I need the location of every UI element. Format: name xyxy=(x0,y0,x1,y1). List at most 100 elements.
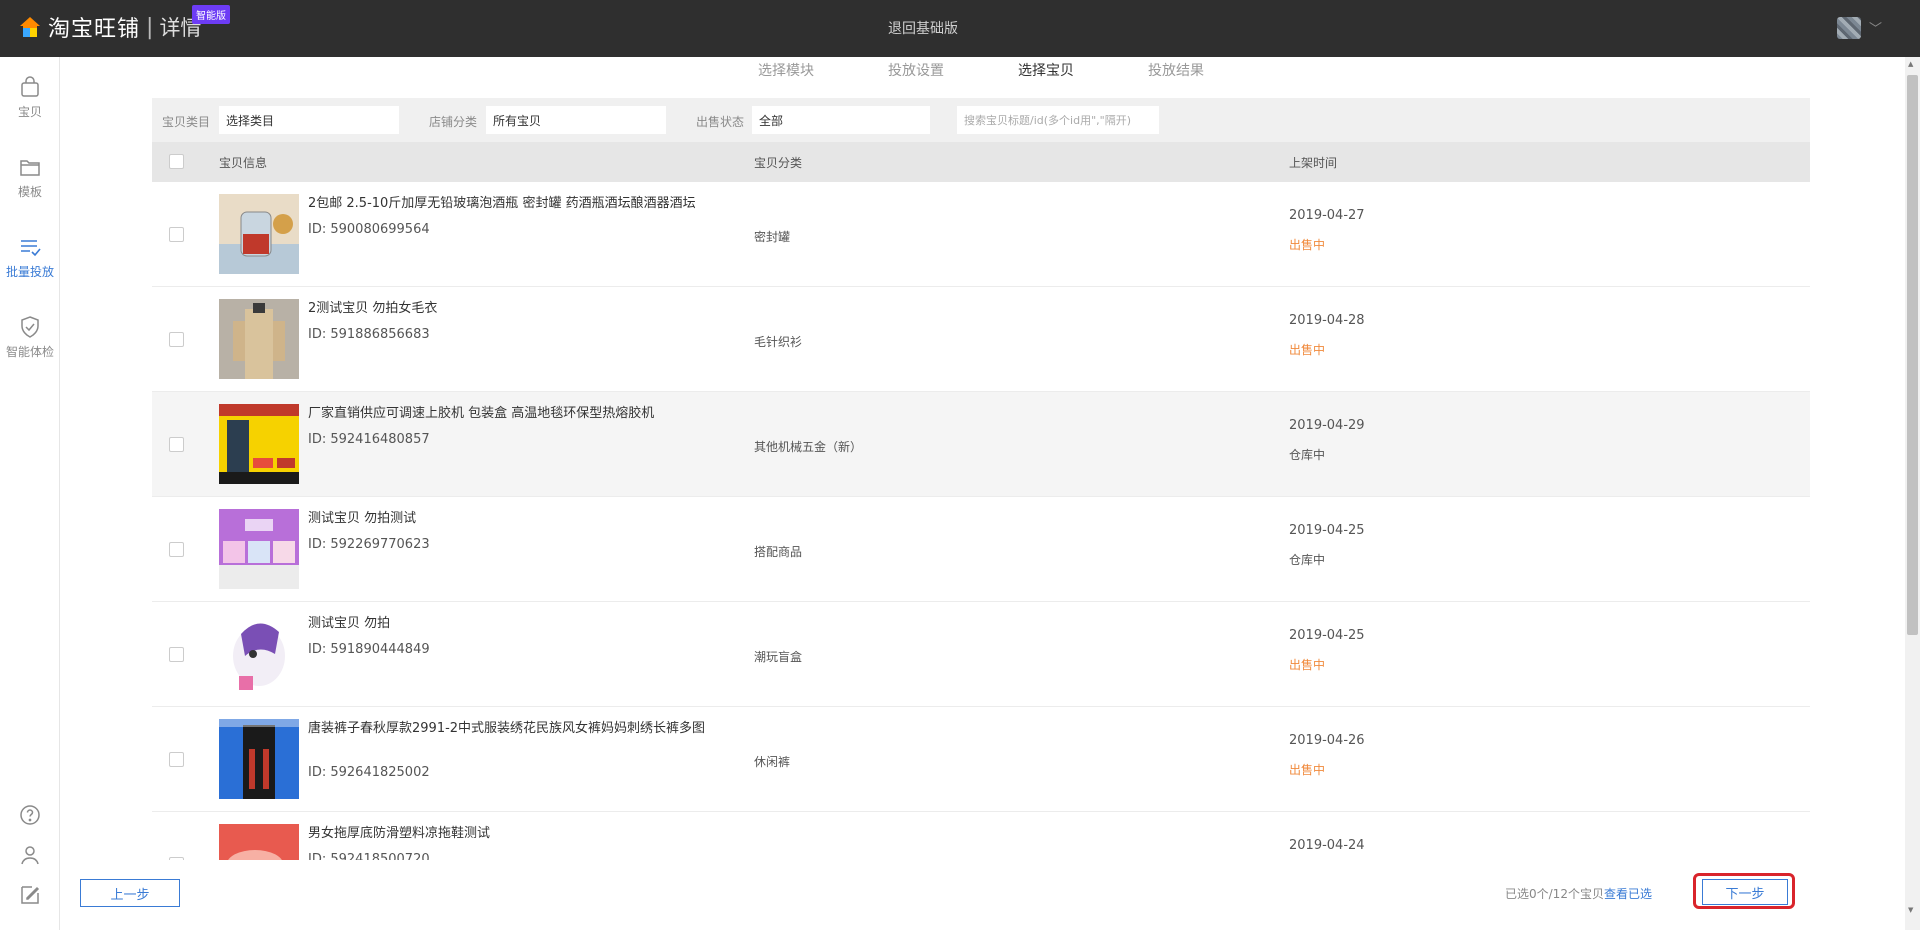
product-title[interactable]: 唐装裤子春秋厚款2991-2中式服装绣花民族风女裤妈妈刺绣长裤多图 xyxy=(308,719,728,738)
folder-icon xyxy=(20,160,40,176)
sidebar: 宝贝 模板 批量投放 智能体检 xyxy=(0,57,60,930)
filter-bar: 宝贝类目 店铺分类 出售状态 xyxy=(152,98,1810,142)
product-thumbnail xyxy=(219,404,299,484)
product-title[interactable]: 2测试宝贝 勿拍女毛衣 xyxy=(308,299,728,318)
list-date: 2019-04-24 xyxy=(1289,838,1365,853)
sidebar-item-batch-deploy[interactable]: 批量投放 xyxy=(0,235,60,299)
product-title[interactable]: 测试宝贝 勿拍 xyxy=(308,614,728,633)
product-category: 其他机械五金（新） xyxy=(754,440,863,454)
table-row[interactable]: 男女拖厚底防滑塑料凉拖鞋测试 ID: 592418500720 2019-04-… xyxy=(152,812,1810,860)
status-badge: 出售中 xyxy=(1289,238,1326,252)
list-date: 2019-04-25 xyxy=(1289,523,1365,538)
sidebar-item-templates[interactable]: 模板 xyxy=(0,155,60,219)
product-thumbnail xyxy=(219,614,299,694)
category-label: 宝贝类目 xyxy=(162,115,211,129)
logo[interactable]: 淘宝旺铺 | 详情 xyxy=(18,12,201,42)
product-category: 毛针织衫 xyxy=(754,335,803,349)
header-item-category: 宝贝分类 xyxy=(754,156,803,170)
product-id: ID: 591886856683 xyxy=(308,327,430,342)
top-bar: 淘宝旺铺 | 详情 智能版 退回基础版 ﹀ xyxy=(0,0,1920,57)
sale-status-select[interactable] xyxy=(752,106,930,134)
step-select-module[interactable]: 选择模块 xyxy=(758,60,814,80)
header-list-time: 上架时间 xyxy=(1289,156,1338,170)
bag-icon xyxy=(21,76,39,97)
help-icon[interactable] xyxy=(18,803,42,827)
shop-category-select[interactable] xyxy=(486,106,666,134)
product-thumbnail xyxy=(219,194,299,274)
product-id: ID: 591890444849 xyxy=(308,642,430,657)
status-badge: 出售中 xyxy=(1289,658,1326,672)
product-id: ID: 592418500720 xyxy=(308,852,430,860)
scroll-down-icon[interactable]: ▼ xyxy=(1908,906,1913,914)
product-category: 搭配商品 xyxy=(754,545,803,559)
step-deploy-settings[interactable]: 投放设置 xyxy=(888,60,944,80)
product-category: 休闲裤 xyxy=(754,755,791,769)
search-input[interactable] xyxy=(957,106,1159,134)
status-badge: 出售中 xyxy=(1289,763,1326,777)
list-date: 2019-04-27 xyxy=(1289,208,1365,223)
prev-step-button[interactable]: 上一步 xyxy=(80,879,180,907)
back-to-basic-link[interactable]: 退回基础版 xyxy=(888,18,958,38)
scrollbar-thumb[interactable] xyxy=(1907,75,1918,635)
sidebar-item-label: 智能体检 xyxy=(5,345,54,359)
shop-category-label: 店铺分类 xyxy=(429,115,478,129)
product-id: ID: 592416480857 xyxy=(308,432,430,447)
list-date: 2019-04-29 xyxy=(1289,418,1365,433)
list-check-icon xyxy=(21,240,41,257)
selected-count: 已选0个/12个宝贝 xyxy=(1505,887,1604,901)
table-row[interactable]: 2测试宝贝 勿拍女毛衣 ID: 591886856683 毛针织衫 2019-0… xyxy=(152,287,1810,392)
product-thumbnail xyxy=(219,824,299,860)
list-date: 2019-04-26 xyxy=(1289,733,1365,748)
row-checkbox[interactable] xyxy=(169,857,184,860)
step-deploy-result[interactable]: 投放结果 xyxy=(1148,60,1204,80)
row-checkbox[interactable] xyxy=(169,437,184,452)
row-checkbox[interactable] xyxy=(169,647,184,662)
select-all-checkbox[interactable] xyxy=(169,154,184,169)
row-checkbox[interactable] xyxy=(169,752,184,767)
product-title[interactable]: 2包邮 2.5-10斤加厚无铅玻璃泡酒瓶 密封罐 药酒瓶酒坛酿酒器酒坛 xyxy=(308,194,728,213)
category-select[interactable] xyxy=(219,106,399,134)
product-title[interactable]: 厂家直销供应可调速上胶机 包装盒 高温地毯环保型热熔胶机 xyxy=(308,404,728,423)
sale-status-label: 出售状态 xyxy=(696,115,745,129)
row-checkbox[interactable] xyxy=(169,332,184,347)
product-thumbnail xyxy=(219,299,299,379)
house-logo-icon xyxy=(20,17,40,37)
table-body: 2包邮 2.5-10斤加厚无铅玻璃泡酒瓶 密封罐 药酒瓶酒坛酿酒器酒坛 ID: … xyxy=(152,182,1810,860)
sidebar-item-label: 模板 xyxy=(17,185,42,199)
product-title[interactable]: 男女拖厚底防滑塑料凉拖鞋测试 xyxy=(308,824,728,843)
scroll-up-icon[interactable]: ▲ xyxy=(1908,60,1913,68)
product-id: ID: 592269770623 xyxy=(308,537,430,552)
logo-separator: | xyxy=(146,14,154,40)
product-id: ID: 590080699564 xyxy=(308,222,430,237)
row-checkbox[interactable] xyxy=(169,542,184,557)
chevron-down-icon[interactable]: ﹀ xyxy=(1869,18,1882,37)
user-icon[interactable] xyxy=(18,843,42,867)
row-checkbox[interactable] xyxy=(169,227,184,242)
step-select-items[interactable]: 选择宝贝 xyxy=(1018,60,1074,80)
edition-badge: 智能版 xyxy=(192,5,230,24)
table-row[interactable]: 厂家直销供应可调速上胶机 包装盒 高温地毯环保型热熔胶机 ID: 5924164… xyxy=(152,392,1810,497)
product-category: 潮玩盲盒 xyxy=(754,650,803,664)
sidebar-item-label: 宝贝 xyxy=(17,105,42,119)
next-step-button[interactable]: 下一步 xyxy=(1702,879,1788,905)
sidebar-item-items[interactable]: 宝贝 xyxy=(0,75,60,139)
table-row[interactable]: 2包邮 2.5-10斤加厚无铅玻璃泡酒瓶 密封罐 药酒瓶酒坛酿酒器酒坛 ID: … xyxy=(152,182,1810,287)
table-row[interactable]: 测试宝贝 勿拍 ID: 591890444849 潮玩盲盒 2019-04-25… xyxy=(152,602,1810,707)
table-row[interactable]: 唐装裤子春秋厚款2991-2中式服装绣花民族风女裤妈妈刺绣长裤多图 ID: 59… xyxy=(152,707,1810,812)
product-id: ID: 592641825002 xyxy=(308,765,430,780)
product-title[interactable]: 测试宝贝 勿拍测试 xyxy=(308,509,728,528)
status-badge: 仓库中 xyxy=(1289,553,1326,567)
shield-check-icon xyxy=(21,316,39,338)
status-badge: 仓库中 xyxy=(1289,448,1326,462)
avatar[interactable] xyxy=(1837,17,1861,39)
status-badge: 出售中 xyxy=(1289,343,1326,357)
table-row[interactable]: 测试宝贝 勿拍测试 ID: 592269770623 搭配商品 2019-04-… xyxy=(152,497,1810,602)
product-category: 密封罐 xyxy=(754,230,791,244)
logo-text: 淘宝旺铺 xyxy=(48,17,141,42)
product-thumbnail xyxy=(219,509,299,589)
sidebar-item-smart-check[interactable]: 智能体检 xyxy=(0,315,60,379)
header-item-info: 宝贝信息 xyxy=(219,156,268,170)
list-date: 2019-04-25 xyxy=(1289,628,1365,643)
view-selected-link[interactable]: 查看已选 xyxy=(1604,885,1652,902)
edit-icon[interactable] xyxy=(18,883,42,907)
